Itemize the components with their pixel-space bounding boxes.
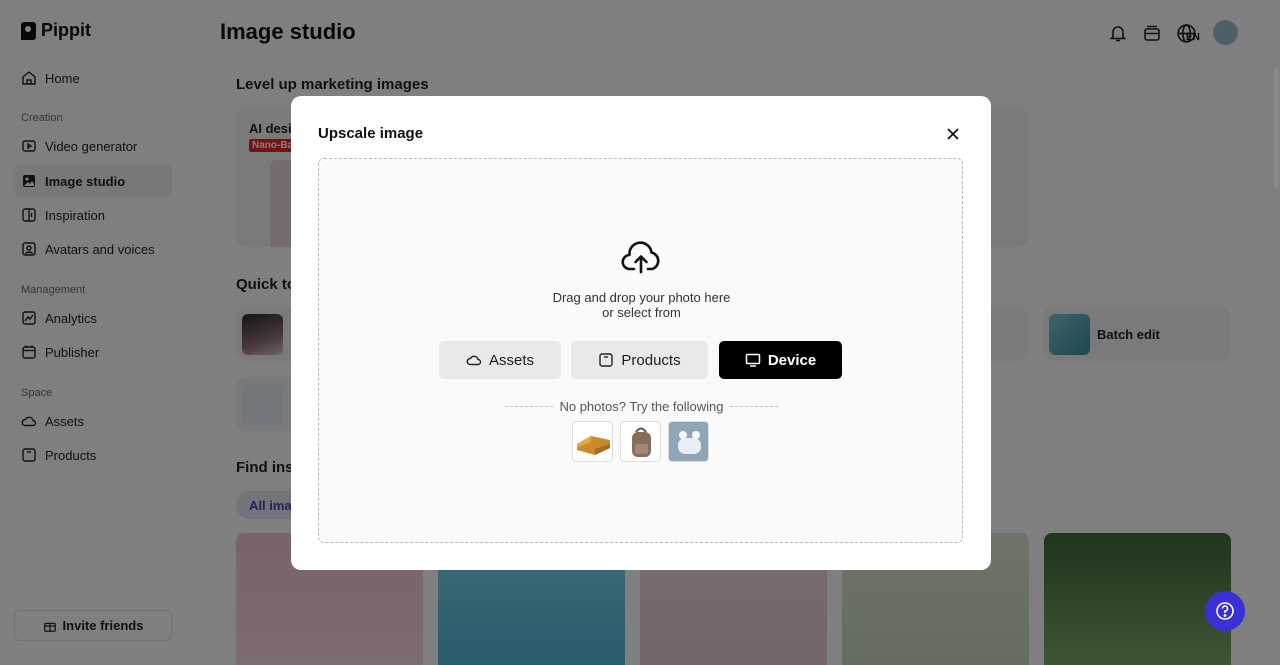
no-photos-text: No photos? Try the following [559, 399, 724, 414]
backpack-image [632, 427, 651, 457]
sample-photo-sofa[interactable] [572, 421, 613, 462]
box-icon [599, 353, 614, 367]
divider [505, 406, 554, 407]
assets-button[interactable]: Assets [439, 341, 561, 379]
upload-cloud-icon [621, 241, 660, 274]
no-photos-row: No photos? Try the following [319, 399, 964, 414]
device-button[interactable]: Device [719, 341, 842, 379]
products-button-label: Products [621, 351, 681, 369]
drop-instructions: Drag and drop your photo here [552, 290, 731, 305]
cloud-icon [466, 355, 482, 366]
device-button-label: Device [767, 351, 817, 369]
help-icon [1216, 602, 1234, 620]
monitor-icon [745, 353, 761, 367]
assets-button-label: Assets [488, 351, 534, 369]
divider [729, 406, 778, 407]
sofa-image [577, 436, 610, 455]
help-button[interactable] [1205, 591, 1245, 631]
modal-title: Upscale image [318, 125, 424, 142]
sample-photo-earbuds[interactable] [668, 421, 709, 462]
upload-dropzone[interactable]: Drag and drop your photo here or select … [318, 158, 963, 543]
upscale-image-modal: Upscale image Drag and drop your photo h… [291, 96, 991, 570]
products-button[interactable]: Products [571, 341, 708, 379]
select-from-text: or select from [602, 305, 681, 320]
close-icon [947, 128, 959, 140]
close-button[interactable] [943, 124, 963, 144]
sample-photo-backpack[interactable] [620, 421, 661, 462]
earbuds-image [669, 422, 708, 461]
page-scrollbar[interactable] [1274, 68, 1279, 188]
